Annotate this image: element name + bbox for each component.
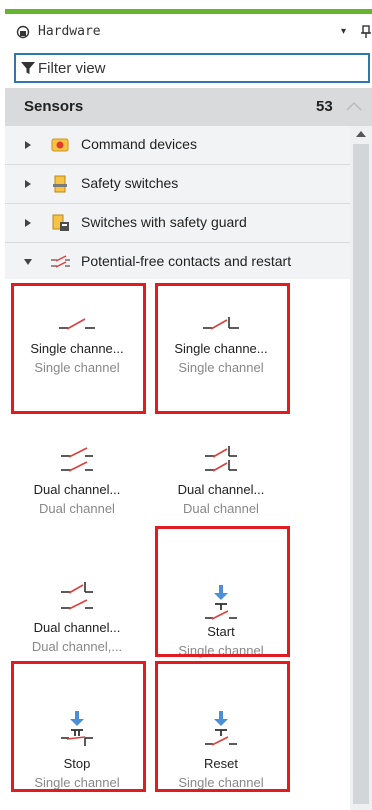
item-subtitle: Single channel	[178, 360, 264, 375]
category-label: Safety switches	[81, 175, 179, 191]
item-name: Stop	[63, 756, 91, 771]
category-switches-with-safety-guard[interactable]: Switches with safety guard	[5, 204, 350, 243]
section-title: Sensors	[24, 98, 84, 115]
dual-mixed-contact-icon	[61, 582, 93, 610]
category-potential-free-contacts[interactable]: Potential-free contacts and restart	[5, 243, 350, 282]
single-nc-contact-icon	[59, 318, 95, 330]
item-dual-channel-no[interactable]: Dual channel... Dual channel	[157, 444, 285, 516]
item-name: Single channe...	[30, 341, 124, 356]
item-name: Single channe...	[174, 341, 268, 356]
scrollbar-thumb[interactable]	[353, 144, 369, 804]
panel-menu-dropdown[interactable]: ▾	[341, 26, 346, 37]
section-header-sensors[interactable]: Sensors 53	[5, 88, 372, 126]
category-command-devices[interactable]: Command devices	[5, 126, 350, 165]
panel-title: Hardware	[38, 24, 101, 39]
item-subtitle: Dual channel	[183, 501, 259, 516]
guard-switch-icon	[52, 214, 69, 231]
collapse-arrow-icon[interactable]	[23, 257, 33, 267]
item-name: Dual channel...	[33, 620, 121, 635]
category-safety-switches[interactable]: Safety switches	[5, 165, 350, 204]
item-dual-channel-nc[interactable]: Dual channel... Dual channel	[13, 444, 141, 516]
collapse-caret-icon[interactable]	[345, 100, 363, 112]
item-single-channel-no[interactable]: Single channe... Single channel	[157, 313, 285, 375]
expand-arrow-icon[interactable]	[23, 218, 33, 228]
safety-switch-icon	[53, 175, 67, 193]
item-reset[interactable]: Reset Single channel	[157, 710, 285, 790]
filter-input[interactable]: Filter view	[14, 53, 370, 83]
hardware-icon	[16, 25, 30, 39]
filter-text: Filter view	[38, 60, 106, 77]
reset-button-icon	[205, 711, 237, 746]
vertical-scrollbar[interactable]	[350, 126, 372, 810]
category-label: Command devices	[81, 136, 197, 152]
expand-arrow-icon[interactable]	[23, 179, 33, 189]
item-stop[interactable]: Stop Single channel	[13, 710, 141, 790]
section-count: 53	[316, 98, 333, 115]
item-subtitle: Single channel	[34, 775, 120, 790]
category-label: Potential-free contacts and restart	[81, 253, 292, 269]
dual-nc-contact-icon	[61, 447, 93, 472]
stop-button-icon	[61, 711, 93, 746]
item-subtitle: Single channel	[178, 775, 264, 790]
item-subtitle: Dual channel	[39, 501, 115, 516]
single-no-contact-icon	[203, 317, 239, 330]
item-start[interactable]: Start Single channel	[157, 584, 285, 658]
item-subtitle: Single channel	[178, 643, 264, 658]
item-name: Dual channel...	[177, 482, 265, 497]
item-name: Reset	[204, 756, 238, 771]
panel-titlebar: Hardware ▾	[0, 14, 372, 50]
category-label: Switches with safety guard	[81, 214, 247, 230]
filter-icon	[21, 62, 35, 74]
item-subtitle: Single channel	[34, 360, 120, 375]
start-button-icon	[205, 585, 237, 620]
item-dual-channel-mixed[interactable]: Dual channel... Dual channel,...	[13, 578, 141, 654]
command-device-icon	[51, 138, 69, 152]
pin-icon[interactable]	[360, 25, 372, 39]
item-subtitle: Dual channel,...	[31, 639, 123, 654]
item-single-channel-nc[interactable]: Single channe... Single channel	[13, 313, 141, 375]
item-name: Dual channel...	[33, 482, 121, 497]
dual-no-contact-icon	[205, 446, 237, 472]
expand-arrow-icon[interactable]	[23, 140, 33, 150]
potential-free-contact-icon	[51, 255, 70, 268]
item-name: Start	[207, 624, 235, 639]
scroll-up-icon[interactable]	[355, 130, 367, 138]
